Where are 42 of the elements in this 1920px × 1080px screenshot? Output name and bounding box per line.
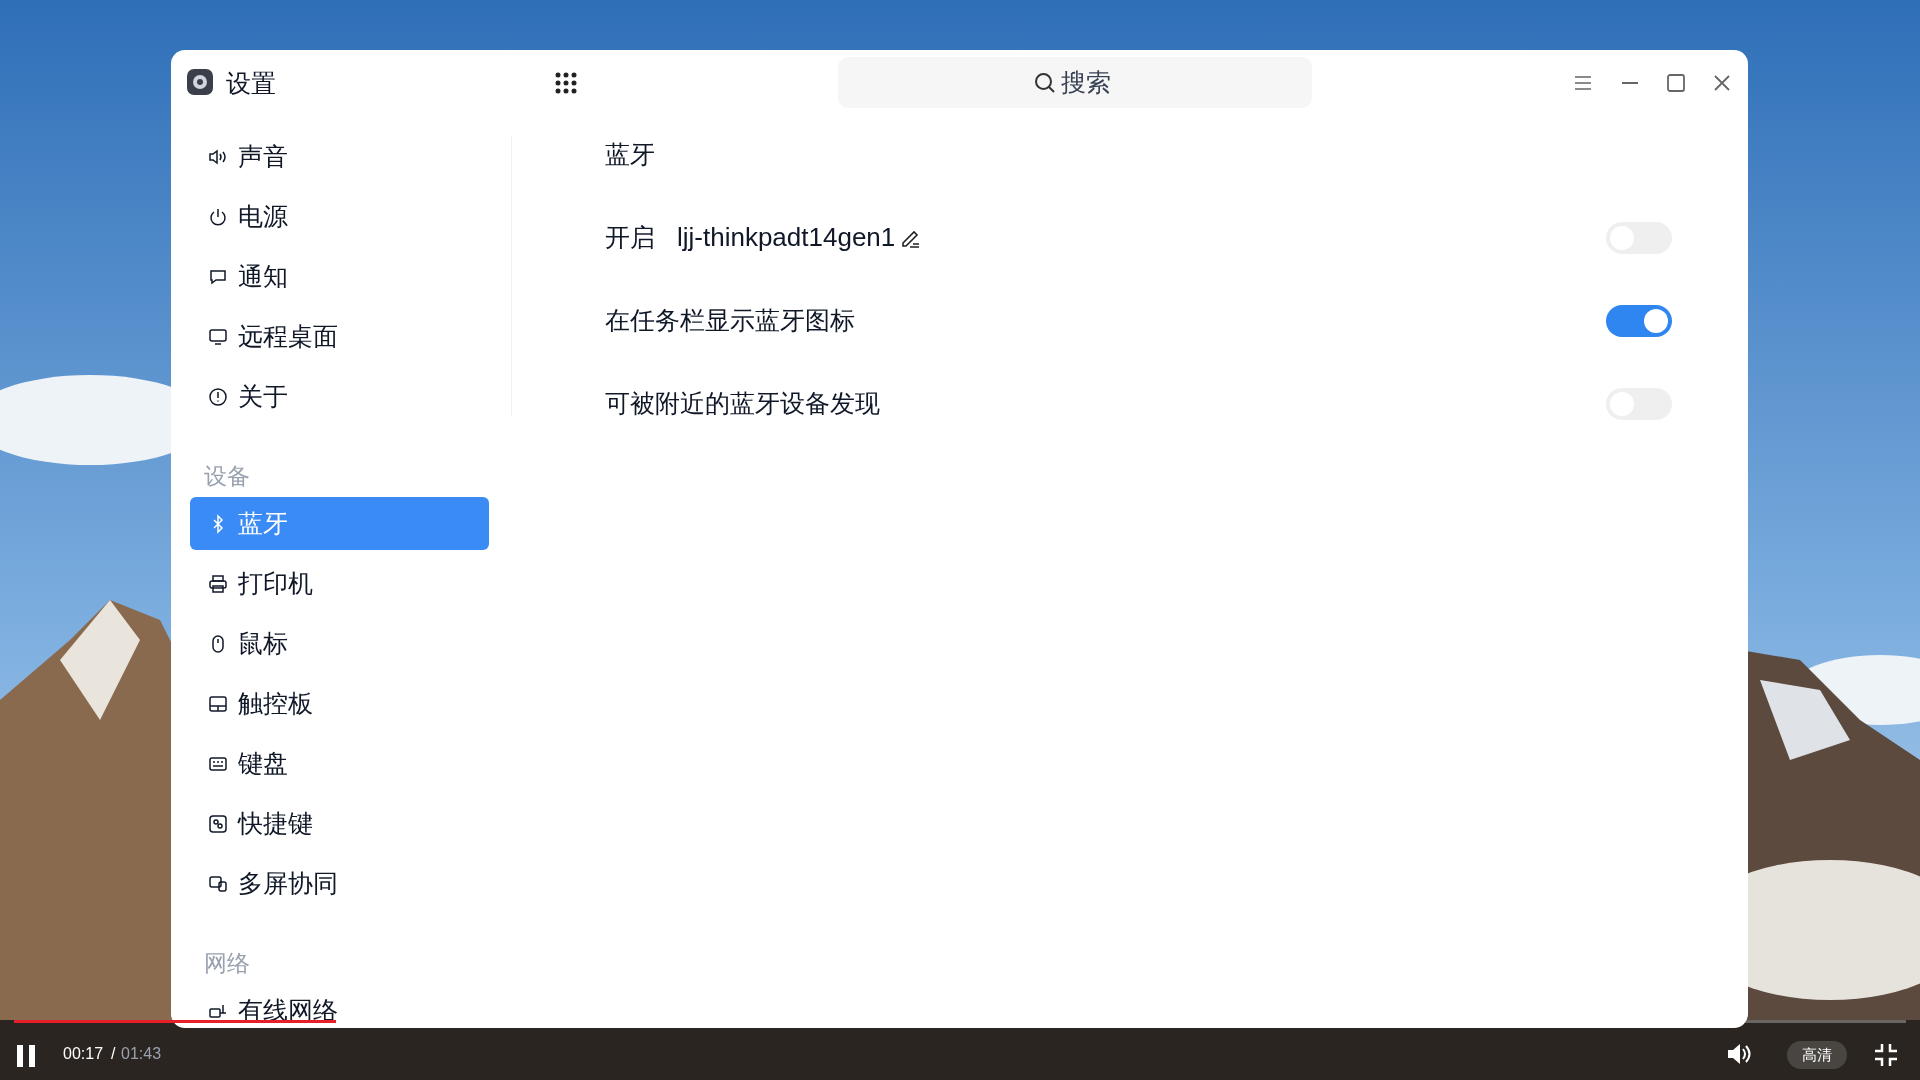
sidebar-item[interactable]: 键盘	[190, 737, 489, 790]
monitor-icon	[208, 326, 228, 347]
quality-button[interactable]: 高清	[1787, 1041, 1847, 1069]
maximize-icon[interactable]	[1667, 74, 1685, 92]
section-header: 网络	[203, 949, 251, 978]
current-time: 00:17	[63, 1044, 104, 1064]
close-icon[interactable]	[1714, 75, 1730, 91]
total-time: 01:43	[121, 1044, 162, 1064]
app-icon	[186, 68, 214, 96]
exit-fullscreen-icon[interactable]	[1874, 1043, 1898, 1067]
device-name: ljj-thinkpadt14gen1	[677, 221, 896, 254]
window-title: 设置	[226, 68, 276, 99]
pause-icon[interactable]	[14, 1044, 38, 1068]
touchpad-icon	[208, 693, 228, 714]
sidebar-item[interactable]: 触控板	[190, 677, 489, 730]
sidebar-item[interactable]: 远程桌面	[190, 310, 489, 363]
sidebar-item[interactable]: 通知	[190, 250, 489, 303]
sidebar-item[interactable]: 鼠标	[190, 617, 489, 670]
shortcut-icon	[208, 813, 228, 834]
sidebar-item[interactable]: 打印机	[190, 557, 489, 610]
power-icon	[208, 206, 228, 227]
info-icon	[208, 386, 228, 407]
time-separator: /	[111, 1044, 116, 1064]
sidebar-item[interactable]: 快捷键	[190, 797, 489, 850]
menu-icon[interactable]	[1574, 75, 1592, 91]
progress-bar[interactable]	[14, 1020, 1906, 1023]
setting-label: 在任务栏显示蓝牙图标	[605, 304, 855, 336]
volume-icon[interactable]	[1726, 1042, 1752, 1066]
section-title: 蓝牙	[605, 139, 656, 170]
sidebar-item[interactable]: 电源	[190, 190, 489, 243]
toggle-switch[interactable]	[1606, 304, 1672, 337]
section-header: 设备	[203, 462, 251, 491]
apps-grid-icon[interactable]	[555, 72, 577, 94]
search-icon	[1034, 72, 1056, 94]
sidebar-item[interactable]: 多屏协同	[190, 857, 489, 910]
sidebar-item[interactable]: 声音	[190, 130, 489, 183]
multi-screen-icon	[208, 873, 228, 894]
setting-label: 开启	[605, 221, 655, 253]
setting-label: 可被附近的蓝牙设备发现	[605, 387, 880, 419]
search-field[interactable]: 搜索	[838, 57, 1312, 108]
printer-icon	[208, 573, 228, 594]
sidebar-item[interactable]: 关于	[190, 370, 489, 423]
